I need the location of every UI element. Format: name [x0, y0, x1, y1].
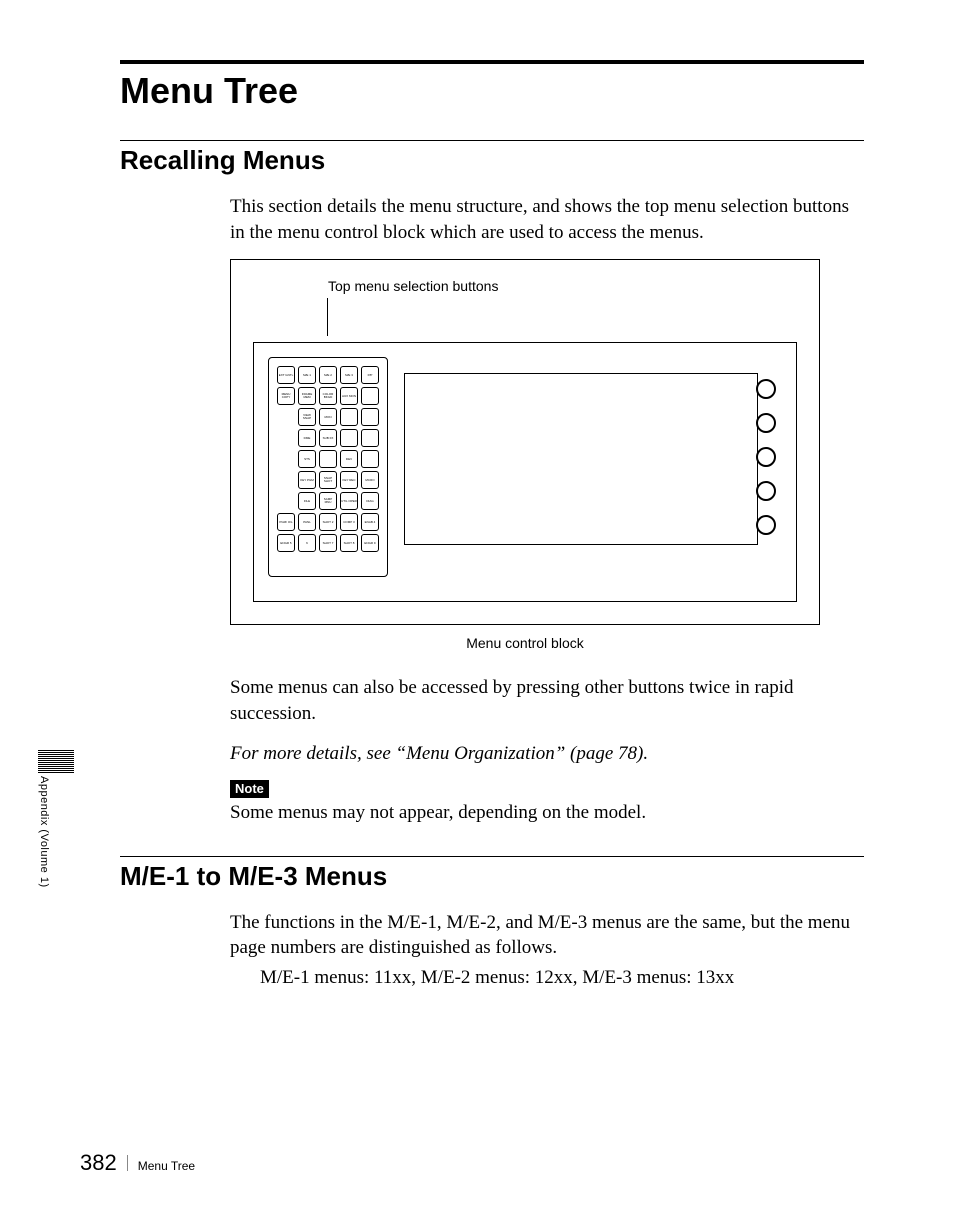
menu-button: COMP 3	[340, 513, 358, 531]
intro-paragraph: This section details the menu structure,…	[230, 194, 864, 245]
knob-icon	[756, 515, 776, 535]
knob-icon	[756, 481, 776, 501]
menu-button: M/E 1	[298, 366, 316, 384]
paragraph-me-explain: The functions in the M/E-1, M/E-2, and M…	[230, 910, 864, 961]
ornament-lines	[38, 750, 74, 773]
side-ornament: Appendix (Volume 1)	[38, 750, 74, 888]
section-rule-2	[120, 856, 864, 857]
figure-inner-frame: EXT GNTL M/E 1 M/E 2 M/E 3 P/P MENU COPY…	[253, 342, 797, 602]
side-vertical-label: Appendix (Volume 1)	[38, 776, 50, 888]
title-rule	[120, 60, 864, 64]
menu-button: SAMP MNU	[319, 492, 337, 510]
menu-button: PGM/ O/L	[277, 513, 295, 531]
button-grid-panel: EXT GNTL M/E 1 M/E 2 M/E 3 P/P MENU COPY…	[268, 357, 388, 577]
menu-button	[361, 408, 379, 426]
section-heading-recalling: Recalling Menus	[120, 145, 864, 176]
figure-caption: Menu control block	[230, 635, 820, 651]
button-grid: EXT GNTL M/E 1 M/E 2 M/E 3 P/P MENU COPY…	[277, 366, 379, 572]
menu-button: M/E 3	[340, 366, 358, 384]
note-label: Note	[230, 780, 269, 798]
menu-button: KEY REC	[340, 471, 358, 489]
footer-divider	[127, 1155, 128, 1171]
section-heading-me-menus: M/E-1 to M/E-3 Menus	[120, 861, 864, 892]
note-text: Some menus may not appear, depending on …	[230, 800, 864, 826]
menu-button: UTIL OPER	[340, 492, 358, 510]
paragraph-me-numbers: M/E-1 menus: 11xx, M/E-2 menus: 12xx, M/…	[260, 965, 864, 991]
page-footer: 382 Menu Tree	[80, 1150, 195, 1176]
menu-button: COLOR BKGD	[319, 387, 337, 405]
page-number: 382	[80, 1150, 117, 1176]
menu-button: DIAG	[361, 492, 379, 510]
section-me-menus: M/E-1 to M/E-3 Menus The functions in th…	[120, 856, 864, 991]
paragraph-rapid-succession: Some menus can also be accessed by press…	[230, 675, 864, 726]
paragraph-cross-reference: For more details, see “Menu Organization…	[230, 741, 864, 767]
menu-button: P/P	[361, 366, 379, 384]
menu-button	[361, 387, 379, 405]
menu-button: STS	[298, 450, 316, 468]
menu-button: SHOT 7	[319, 534, 337, 552]
menu-button: MENU COPY	[277, 387, 295, 405]
figure-knob-column	[756, 379, 776, 535]
menu-button: MON	[319, 408, 337, 426]
knob-icon	[756, 447, 776, 467]
menu-button: SNAP SHOT	[319, 471, 337, 489]
menu-button	[340, 429, 358, 447]
menu-button: 6	[298, 534, 316, 552]
knob-icon	[756, 413, 776, 433]
menu-button: PANL	[298, 513, 316, 531]
note-block: Note	[230, 780, 864, 798]
menu-button: ENAB 4	[361, 513, 379, 531]
menu-button: FRAME MEM	[298, 387, 316, 405]
menu-button: SUB FX	[319, 429, 337, 447]
menu-button: AUX MON	[340, 387, 358, 405]
menu-button: SHOT 2	[319, 513, 337, 531]
figure-screen	[404, 373, 758, 545]
knob-icon	[756, 379, 776, 399]
figure-menu-control-block: Top menu selection buttons EXT GNTL M/E …	[230, 259, 820, 625]
menu-button: EXT GNTL	[277, 366, 295, 384]
menu-button: KEY PGM	[298, 471, 316, 489]
figure-top-label: Top menu selection buttons	[328, 278, 797, 294]
menu-button: MCRO	[361, 471, 379, 489]
menu-button: DME	[298, 429, 316, 447]
menu-button: FILE	[298, 492, 316, 510]
menu-button	[361, 450, 379, 468]
menu-button: M/E 2	[319, 366, 337, 384]
menu-button	[361, 429, 379, 447]
section-rule-1	[120, 140, 864, 141]
menu-button: ENGR 5	[277, 534, 295, 552]
page: Menu Tree Recalling Menus This section d…	[0, 0, 954, 1212]
menu-button: SHOT 8	[340, 534, 358, 552]
figure-leader-line	[327, 298, 328, 336]
menu-button	[319, 450, 337, 468]
footer-section-title: Menu Tree	[138, 1159, 195, 1173]
menu-button	[340, 408, 358, 426]
page-title: Menu Tree	[120, 70, 864, 112]
menu-button: ENGR 9	[361, 534, 379, 552]
menu-button: DEV	[340, 450, 358, 468]
menu-button: VIEW SNAP	[298, 408, 316, 426]
